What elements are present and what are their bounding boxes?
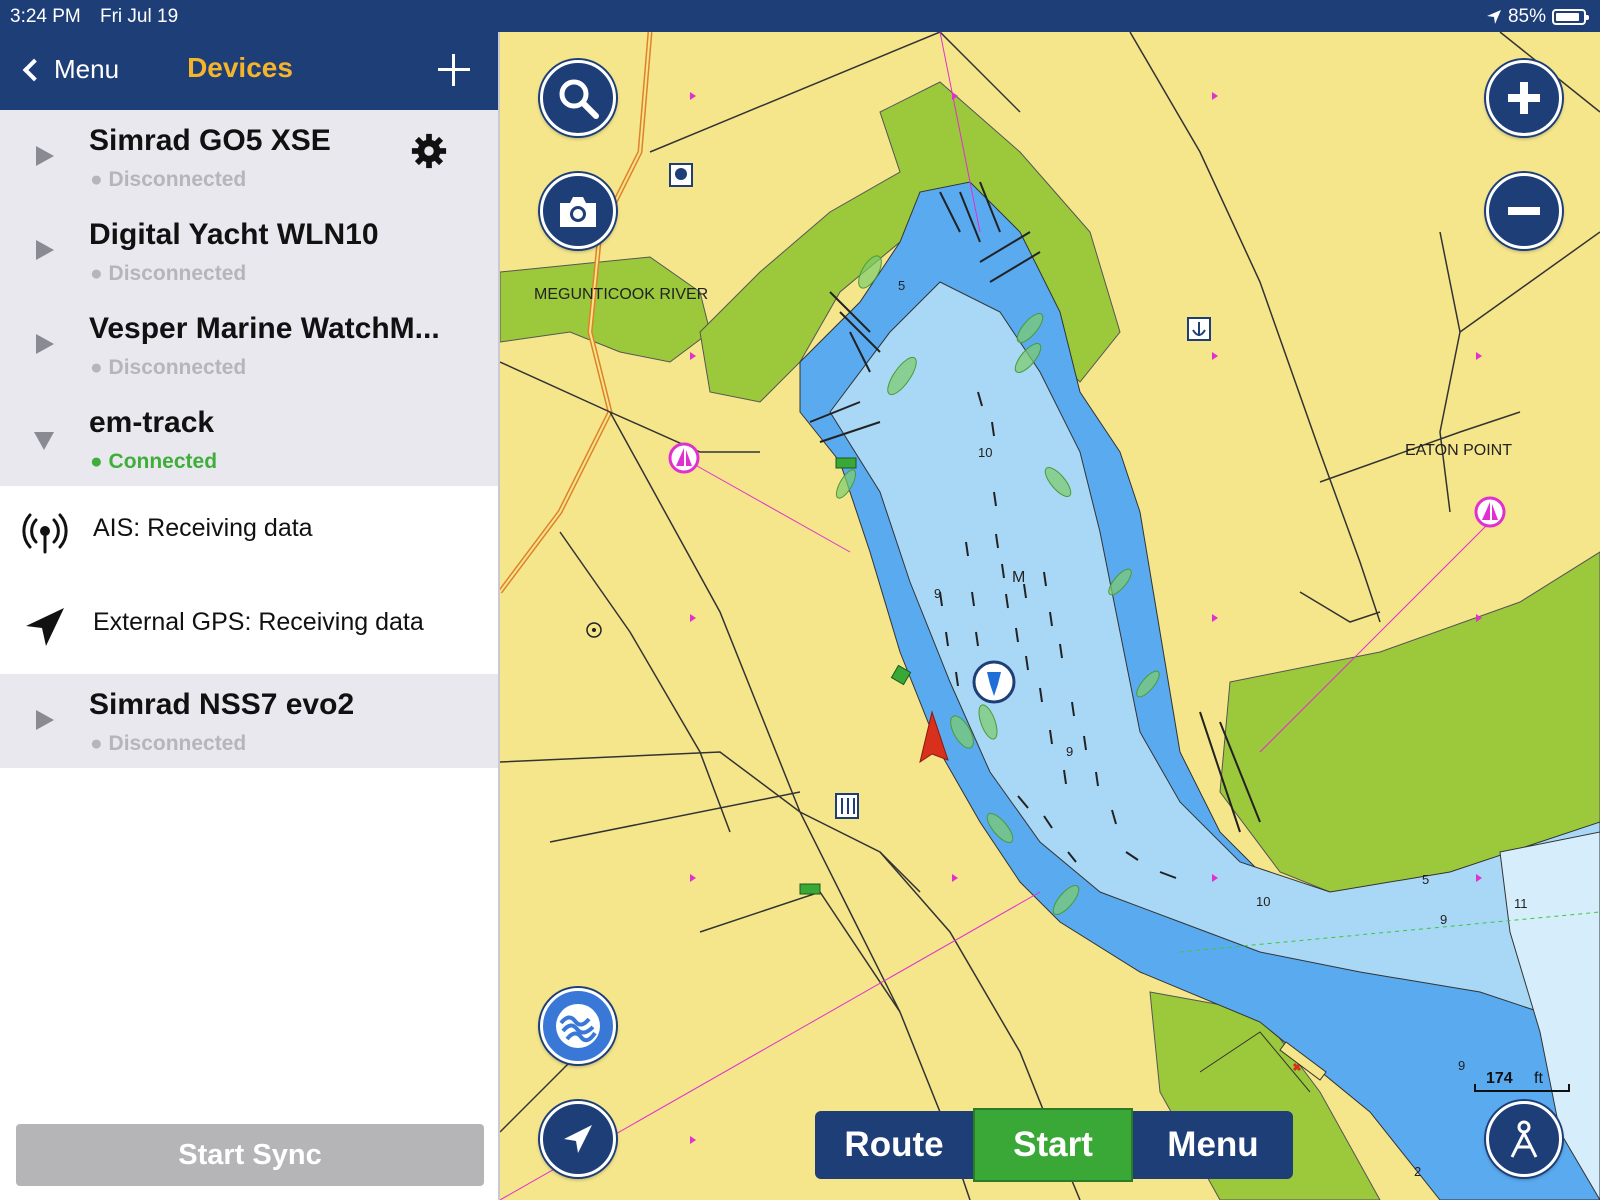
battery-percent: 85%: [1507, 6, 1546, 27]
compass-person-icon: [1510, 1120, 1538, 1158]
disclosure-right-icon[interactable]: [36, 146, 54, 166]
status-bar: 3:24 PM Fri Jul 19 85%: [0, 0, 1600, 32]
depth-sounding: 9: [1066, 744, 1074, 759]
device-row-em-track[interactable]: em-track ● Connected: [0, 392, 498, 486]
depth-sounding: 5: [1422, 872, 1430, 887]
device-name: Vesper Marine WatchM...: [89, 312, 440, 345]
device-state: ● Disconnected: [90, 732, 247, 755]
depth-sounding: 2: [1414, 1164, 1422, 1179]
disclosure-down-icon[interactable]: [34, 432, 54, 450]
search-button[interactable]: [540, 60, 616, 136]
depth-sounding: 5: [898, 278, 906, 293]
status-time: 3:24 PM: [10, 6, 81, 27]
start-sync-button[interactable]: Start Sync: [16, 1124, 484, 1186]
service-label: AIS: Receiving data: [93, 514, 313, 542]
zoom-out-button[interactable]: [1486, 173, 1562, 249]
plus-icon: [1508, 82, 1540, 114]
devices-panel: Menu Devices Simrad GO5 XSE ● Disconnect…: [0, 32, 500, 1200]
battery-icon: [1552, 9, 1589, 25]
service-label: External GPS: Receiving data: [93, 608, 424, 636]
scale-bar: [1474, 1084, 1570, 1092]
device-state: ● Disconnected: [90, 262, 247, 285]
route-button[interactable]: Route: [815, 1111, 973, 1179]
location-services-icon: [1486, 10, 1501, 24]
zoom-in-button[interactable]: [1486, 60, 1562, 136]
depth-sounding: 9: [1458, 1058, 1466, 1073]
antenna-icon: [22, 513, 68, 554]
location-arrow-icon: [26, 608, 64, 646]
center-location-button[interactable]: [540, 1101, 616, 1177]
map-label-marker: M: [1012, 569, 1026, 586]
device-row-simrad-nss7[interactable]: Simrad NSS7 evo2 ● Disconnected: [0, 674, 498, 768]
panel-nav-bar: Menu Devices: [0, 32, 498, 110]
device-name: Digital Yacht WLN10: [89, 218, 379, 251]
device-name: Simrad NSS7 evo2: [89, 688, 355, 721]
minus-icon: [1508, 207, 1540, 215]
camera-icon: [560, 197, 596, 227]
nautical-chart[interactable]: MEGUNTICOOK RIVER EATON POINT M 5 10 9 9…: [500, 32, 1600, 1200]
device-state: ● Disconnected: [90, 168, 247, 191]
disclosure-right-icon[interactable]: [36, 240, 54, 260]
waves-icon: [556, 1004, 600, 1048]
status-date: Fri Jul 19: [100, 6, 179, 27]
chart-canvas[interactable]: [500, 32, 1600, 1200]
location-arrow-icon: [564, 1125, 592, 1153]
add-device-button[interactable]: [438, 54, 470, 86]
depth-sounding: 11: [1514, 896, 1528, 911]
menu-button[interactable]: Menu: [1133, 1111, 1293, 1179]
depth-sounding: 10: [978, 445, 993, 460]
gear-icon[interactable]: [410, 132, 448, 170]
disclosure-right-icon[interactable]: [36, 334, 54, 354]
device-name: em-track: [89, 406, 215, 439]
map-label-point: EATON POINT: [1405, 442, 1512, 459]
device-state: ● Disconnected: [90, 356, 247, 379]
device-row-simrad-go5[interactable]: Simrad GO5 XSE ● Disconnected: [0, 110, 498, 204]
tides-button[interactable]: [540, 988, 616, 1064]
search-icon: [559, 79, 599, 119]
start-button[interactable]: Start: [973, 1108, 1133, 1182]
device-row-vesper[interactable]: Vesper Marine WatchM... ● Disconnected: [0, 298, 498, 392]
service-row-gps[interactable]: External GPS: Receiving data: [0, 580, 498, 674]
panel-title: Devices: [187, 52, 293, 83]
status-right: 85%: [1486, 6, 1589, 28]
device-row-digital-yacht[interactable]: Digital Yacht WLN10 ● Disconnected: [0, 204, 498, 298]
route-toolbar: Route Start Menu: [815, 1108, 1293, 1182]
map-label-river: MEGUNTICOOK RIVER: [534, 286, 709, 303]
compass-mode-button[interactable]: [1486, 1101, 1562, 1177]
depth-sounding: 9: [934, 586, 942, 601]
device-state: ● Connected: [90, 450, 218, 473]
depth-sounding: 9: [1440, 912, 1448, 927]
camera-button[interactable]: [540, 173, 616, 249]
disclosure-right-icon[interactable]: [36, 710, 54, 730]
device-name: Simrad GO5 XSE: [89, 124, 331, 157]
depth-sounding: 10: [1256, 894, 1271, 909]
service-row-ais[interactable]: AIS: Receiving data: [0, 486, 498, 580]
map-scale: 174 ft: [1474, 1070, 1570, 1092]
